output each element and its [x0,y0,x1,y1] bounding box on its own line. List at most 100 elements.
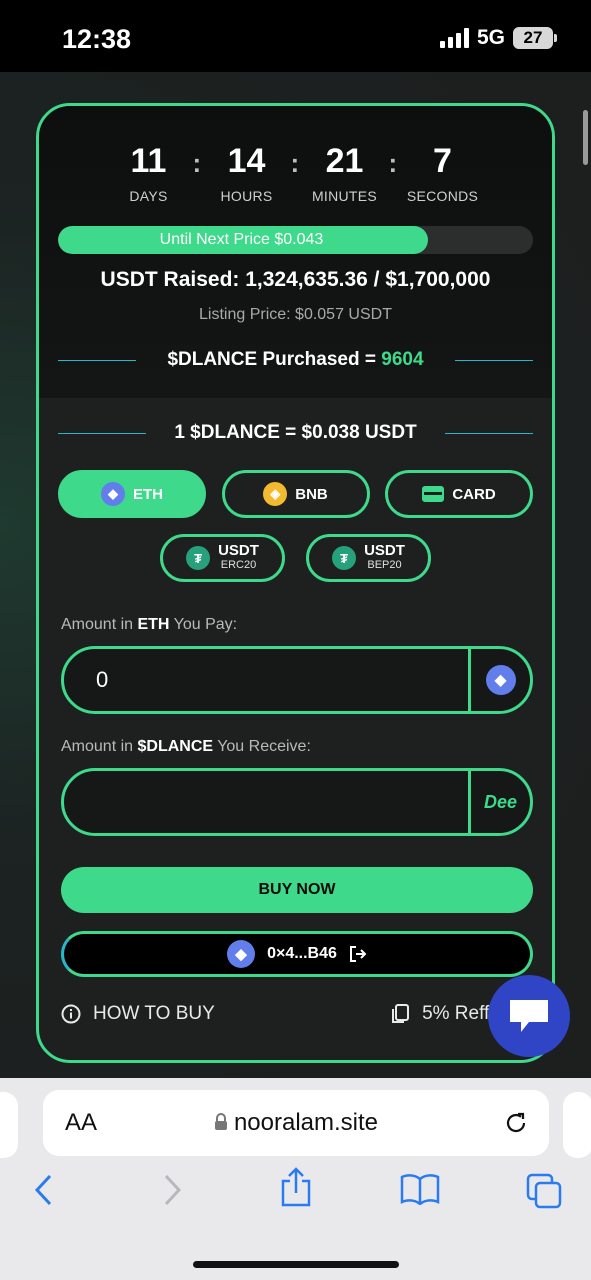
receive-amount-field: Dee [61,768,533,836]
usdt-erc20-text: USDT ERC20 [218,542,259,572]
signal-icon [439,28,469,48]
bottom-links: HOW TO BUY 5% Refferal [61,1003,521,1025]
usdt-icon: ₮ [186,546,211,570]
countdown-days: 11 DAYS [100,142,198,204]
purchased-label: $DLANCE Purchased = [167,349,382,370]
countdown-hours: : 14 HOURS [193,142,296,204]
status-indicators: 5G 27 [439,26,557,50]
countdown-label: HOURS [220,188,273,204]
pay-card-label: CARD [452,485,496,503]
pay-usdt-bep20-button[interactable]: ₮ USDT BEP20 [306,534,431,582]
usdt-bep20-text: USDT BEP20 [364,543,405,572]
countdown-value: 21 [325,142,364,180]
price-progress-bar: Until Next Price $0.043 [58,226,533,254]
divider-line [445,432,533,434]
chat-icon [510,1000,548,1032]
network-type: 5G [476,26,505,49]
rate-row: 1 $DLANCE = $0.038 USDT [58,422,533,444]
countdown-separator: : [192,148,202,178]
url-text: nooralam.site [233,1109,379,1136]
wallet-address: 0×4...B46 [267,945,337,962]
listing-price: Listing Price: $0.057 USDT [199,306,392,323]
browser-nav [0,1167,591,1223]
label-text: Amount in [61,738,138,755]
status-time: 12:38 [62,24,132,54]
pay-amount-input[interactable] [64,649,468,711]
countdown-label: MINUTES [311,188,378,204]
receive-amount-input[interactable] [64,771,468,833]
purchased-text: $DLANCE Purchased = 9604 [167,349,423,371]
browser-toolbar: AA nooralam.site [0,1078,591,1280]
pay-bnb-button[interactable]: ◈ BNB [221,470,370,518]
previous-tab-preview[interactable] [0,1092,18,1158]
next-tab-preview[interactable] [563,1092,591,1158]
share-icon[interactable] [280,1167,312,1207]
label-token: ETH [137,616,170,633]
countdown-label: DAYS [129,188,168,204]
exchange-rate: 1 $DLANCE = $0.038 USDT [174,422,417,443]
scrollbar[interactable] [583,110,588,165]
countdown-value: 14 [227,142,266,180]
eth-icon: ◆ [485,665,516,695]
pay-card-button[interactable]: CARD [385,470,533,518]
countdown-value: 11 [130,142,167,180]
label-token: $DLANCE [137,738,214,755]
countdown-timer: 11 DAYS : 14 HOURS : 21 MINUTES : 7 SECO… [39,142,552,204]
home-indicator[interactable] [193,1261,399,1268]
usdt-icon: ₮ [332,546,357,570]
battery-icon: 27 [513,27,557,49]
back-icon[interactable] [32,1173,56,1207]
eth-icon: ◆ [227,940,256,968]
info-icon [61,1004,81,1024]
pay-amount-field: ◆ [61,646,533,714]
buy-now-button[interactable]: BUY NOW [61,867,533,913]
countdown-label: SECONDS [406,188,479,204]
reload-icon[interactable] [503,1110,529,1136]
countdown-separator: : [388,148,398,178]
copy-icon [392,1004,410,1023]
wallet-button[interactable]: ◆ 0×4...B46 [61,931,533,977]
network-label: ERC20 [220,559,257,571]
divider-line [58,359,136,361]
label-text: You Receive: [213,738,311,755]
url-display: nooralam.site [43,1109,549,1137]
status-bar: 12:38 5G 27 [0,0,591,72]
countdown-seconds: : 7 SECONDS [389,142,492,204]
label-text: Amount in [61,616,138,633]
bookmarks-icon[interactable] [400,1173,440,1205]
dee-logo: Dee [483,791,518,812]
payment-method-tabs: ◆ ETH ◈ BNB CARD [58,470,533,518]
eth-icon: ◆ [101,482,125,506]
purchased-value: 9604 [381,349,424,370]
lock-icon [214,1113,227,1130]
pay-eth-label: ETH [133,485,163,503]
purchased-row: $DLANCE Purchased = 9604 [58,349,533,371]
divider-line [58,432,146,434]
how-to-buy-label: HOW TO BUY [93,1003,215,1024]
credit-card-icon [422,486,445,502]
pay-token-addon: ◆ [468,649,530,711]
receive-token-addon: Dee [468,771,530,833]
logout-icon [349,946,367,962]
countdown-separator: : [290,148,300,178]
countdown-value: 7 [433,142,452,180]
pay-bnb-label: BNB [295,485,328,503]
address-bar[interactable]: AA nooralam.site [43,1090,549,1156]
pay-amount-label: Amount in ETH You Pay: [61,616,237,634]
forward-icon[interactable] [160,1173,184,1207]
receive-amount-label: Amount in $DLANCE You Receive: [61,738,311,756]
bnb-icon: ◈ [263,482,288,506]
how-to-buy-link[interactable]: HOW TO BUY [61,1003,215,1025]
chat-button[interactable] [488,975,570,1057]
countdown-minutes: : 21 MINUTES [291,142,394,204]
payment-method-tabs-row2: ₮ USDT ERC20 ₮ USDT BEP20 [39,534,552,582]
pay-eth-button[interactable]: ◆ ETH [58,470,206,518]
network-label: BEP20 [367,559,402,571]
label-text: You Pay: [169,616,238,633]
pay-usdt-erc20-button[interactable]: ₮ USDT ERC20 [160,534,285,582]
usdt-label: USDT [218,542,259,559]
tabs-icon[interactable] [526,1173,564,1209]
divider-line [454,359,533,361]
presale-widget: 11 DAYS : 14 HOURS : 21 MINUTES : 7 SECO… [36,103,555,1063]
usdt-raised: USDT Raised: 1,324,635.36 / $1,700,000 [100,268,491,291]
